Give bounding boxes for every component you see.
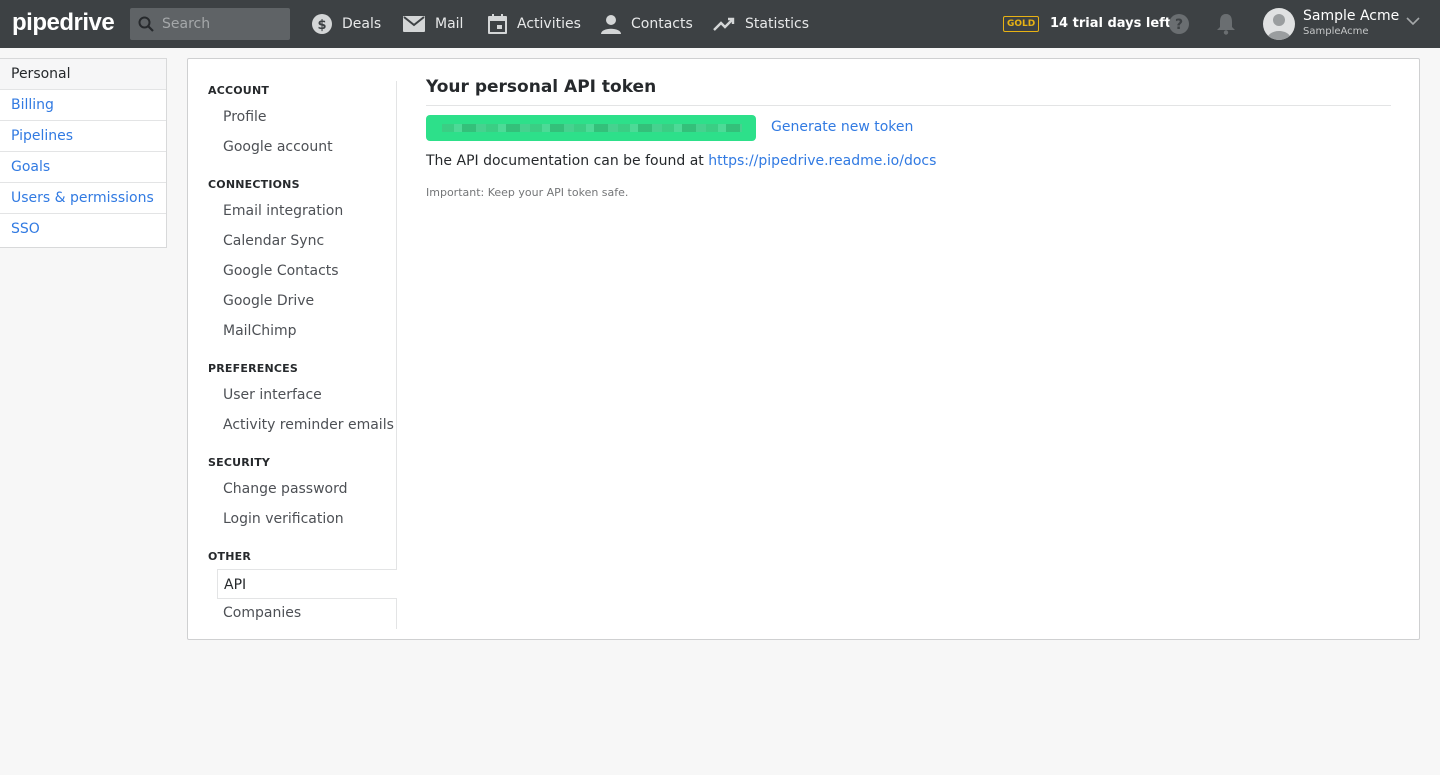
- token-safety-note: Important: Keep your API token safe.: [426, 186, 629, 199]
- generate-token-link[interactable]: Generate new token: [771, 119, 913, 135]
- bell-icon[interactable]: [1216, 13, 1236, 35]
- mail-icon: [403, 16, 425, 32]
- nav-contacts-label: Contacts: [631, 16, 693, 32]
- chevron-down-icon[interactable]: [1406, 16, 1420, 26]
- menu-item-api[interactable]: API: [217, 569, 397, 599]
- trend-icon: [713, 17, 735, 31]
- section-heading-other: OTHER: [208, 550, 252, 563]
- user-name[interactable]: Sample Acme: [1303, 8, 1399, 24]
- sidebar-item-personal[interactable]: Personal: [0, 59, 166, 90]
- sidebar-item-users-permissions[interactable]: Users & permissions: [0, 183, 166, 214]
- pipedrive-logo[interactable]: pipedrive: [12, 9, 115, 37]
- search-input[interactable]: Search: [130, 8, 290, 40]
- nav-deals-label: Deals: [342, 16, 382, 32]
- menu-item-companies[interactable]: Companies: [223, 605, 301, 621]
- menu-item-email-integration[interactable]: Email integration: [223, 203, 343, 219]
- settings-sidebar: Personal Billing Pipelines Goals Users &…: [0, 58, 167, 248]
- svg-text:?: ?: [1175, 17, 1183, 33]
- sidebar-item-pipelines[interactable]: Pipelines: [0, 121, 166, 152]
- api-token-section: Your personal API token Generate new tok…: [426, 77, 1391, 199]
- menu-item-google-account[interactable]: Google account: [223, 139, 333, 155]
- nav-mail[interactable]: Mail: [403, 12, 463, 36]
- section-heading-preferences: PREFERENCES: [208, 362, 298, 375]
- avatar-person-icon: [1267, 14, 1291, 40]
- section-heading-account: ACCOUNT: [208, 84, 270, 97]
- person-icon: [601, 15, 621, 34]
- page-title: Your personal API token: [426, 77, 1391, 106]
- settings-panel: ACCOUNT Profile Google account CONNECTIO…: [187, 58, 1420, 640]
- menu-item-google-drive[interactable]: Google Drive: [223, 293, 314, 309]
- nav-activities-label: Activities: [517, 16, 581, 32]
- api-doc-link[interactable]: https://pipedrive.readme.io/docs: [708, 153, 936, 169]
- deals-icon: $: [312, 14, 332, 34]
- user-company: SampleAcme: [1303, 26, 1369, 37]
- nav-contacts[interactable]: Contacts: [601, 12, 693, 36]
- menu-item-login-verification[interactable]: Login verification: [223, 511, 344, 527]
- menu-item-google-contacts[interactable]: Google Contacts: [223, 263, 339, 279]
- sidebar-item-billing[interactable]: Billing: [0, 90, 166, 121]
- section-heading-connections: CONNECTIONS: [208, 178, 300, 191]
- menu-item-change-password[interactable]: Change password: [223, 481, 348, 497]
- svg-text:$: $: [317, 18, 326, 33]
- plan-badge: GOLD: [1003, 16, 1040, 32]
- menu-item-mailchimp[interactable]: MailChimp: [223, 323, 297, 339]
- calendar-icon: [488, 14, 507, 34]
- sidebar-item-sso[interactable]: SSO: [0, 214, 166, 247]
- menu-item-activity-reminder-emails[interactable]: Activity reminder emails: [223, 417, 394, 433]
- token-redacted: [442, 124, 742, 132]
- api-token-field[interactable]: [426, 115, 756, 141]
- nav-statistics-label: Statistics: [745, 16, 809, 32]
- menu-item-profile[interactable]: Profile: [223, 109, 267, 125]
- section-heading-security: SECURITY: [208, 456, 271, 469]
- menu-item-user-interface[interactable]: User interface: [223, 387, 322, 403]
- sidebar-item-goals[interactable]: Goals: [0, 152, 166, 183]
- personal-settings-menu: ACCOUNT Profile Google account CONNECTIO…: [208, 81, 397, 629]
- nav-activities[interactable]: Activities: [488, 12, 581, 36]
- avatar[interactable]: [1263, 8, 1295, 40]
- api-doc-line: The API documentation can be found at ht…: [426, 153, 936, 169]
- search-icon: [138, 16, 154, 32]
- nav-statistics[interactable]: Statistics: [713, 12, 809, 36]
- nav-mail-label: Mail: [435, 16, 464, 32]
- api-doc-text: The API documentation can be found at: [426, 153, 709, 169]
- menu-item-calendar-sync[interactable]: Calendar Sync: [223, 233, 324, 249]
- help-icon[interactable]: ?: [1168, 13, 1190, 35]
- top-navigation-bar: pipedrive Search $ Deals Mail Activities: [0, 0, 1440, 48]
- nav-deals[interactable]: $ Deals: [312, 12, 381, 36]
- search-placeholder: Search: [162, 16, 211, 32]
- token-row: Generate new token: [426, 115, 1026, 141]
- trial-days-text[interactable]: 14 trial days left: [1050, 16, 1171, 31]
